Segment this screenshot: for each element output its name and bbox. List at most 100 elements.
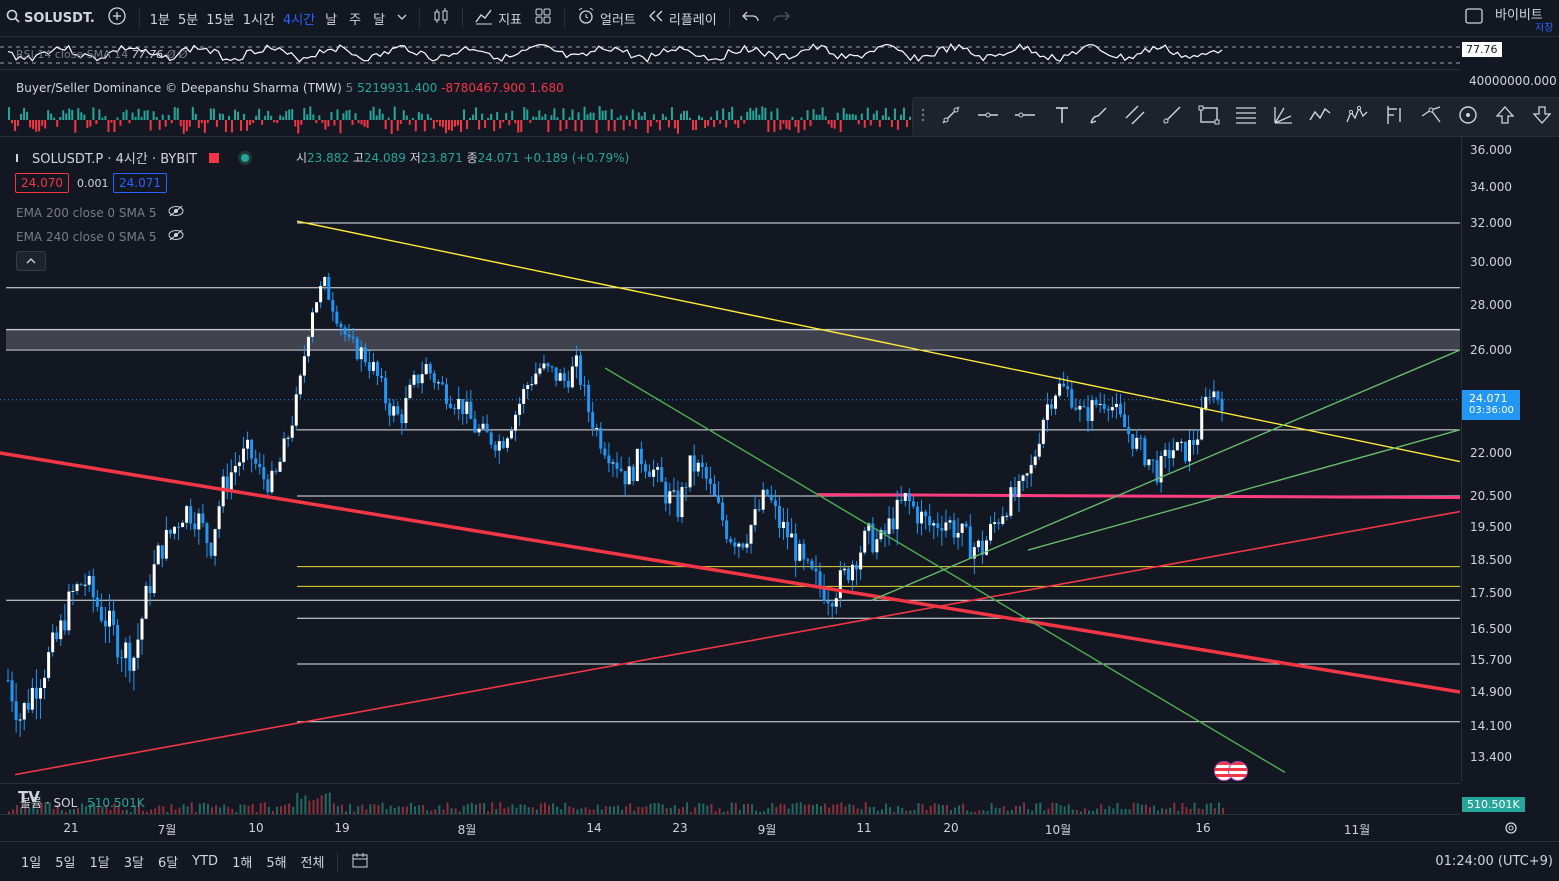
interval-1m[interactable]: 1분 [146,0,174,36]
eye-off-icon[interactable] [168,229,184,244]
text-tool[interactable] [1043,98,1080,136]
candle-body [71,590,75,592]
divider [337,851,339,872]
arrow-up-tool[interactable] [1486,98,1523,136]
fan-icon [1272,104,1294,130]
range-3m[interactable]: 3달 [117,852,151,871]
ascending-trendline-green [871,349,1460,601]
candle-body [761,489,765,510]
horizontal-line-tool[interactable] [969,98,1006,136]
rectangle-tool[interactable] [1191,98,1228,136]
chart-type-button[interactable] [426,0,456,36]
volume-bar [1055,803,1058,814]
collapse-legend-button[interactable] [16,251,46,271]
sell-price-button[interactable]: 24.070 [15,173,69,193]
timezone-clock[interactable]: 01:24:00 (UTC+9) [1428,854,1559,869]
parallel-channel-icon [1124,104,1146,130]
main-chart-pane[interactable] [0,137,1460,782]
undo-button[interactable] [736,0,766,36]
bsd-bar [224,120,227,133]
long-position-tool[interactable] [1375,98,1412,136]
ray-tool[interactable] [1154,98,1191,136]
bsd-bar [863,120,866,128]
interval-4h[interactable]: 4시간 [279,0,319,36]
volume-bar [840,802,843,814]
range-6m[interactable]: 6달 [151,852,185,871]
open-value: 23.882 [307,151,350,165]
interval-month[interactable]: 달 [367,0,391,36]
eye-off-icon[interactable] [168,205,184,220]
bsd-bar [167,114,170,120]
elliott-wave-tool[interactable] [1339,98,1376,136]
interval-15m[interactable]: 15분 [202,0,239,36]
range-ytd[interactable]: YTD [185,854,225,869]
interval-5m[interactable]: 5분 [174,0,202,36]
exchange-account[interactable]: 바이비트 저장 [1495,0,1559,36]
price-axis[interactable]: 36.000 34.000 32.000 30.000 28.000 26.000 24.0… [1461,137,1559,782]
pattern-tool[interactable] [1302,98,1339,136]
interval-dropdown[interactable] [391,0,413,36]
bsd-bar [200,120,203,124]
volume-bar [568,806,571,814]
horizontal-ray-tool[interactable] [1006,98,1043,136]
fullscreen-button[interactable] [1453,0,1495,36]
horizontal-ray-icon [1014,104,1036,130]
bsd-bar [161,114,164,120]
volume-bar [645,806,648,814]
range-5d[interactable]: 5일 [48,852,82,871]
bsd-bar [812,109,815,120]
bsd-bar [381,113,384,120]
event-icons[interactable] [1214,760,1252,781]
replay-button[interactable]: 리플레이 [642,0,723,36]
gann-fan-tool[interactable] [1265,98,1302,136]
interval-1h[interactable]: 1시간 [239,0,279,36]
bsd-bar [363,120,366,127]
range-1m[interactable]: 1달 [82,852,116,871]
volume-bar [1148,807,1151,814]
ema240-legend[interactable]: EMA 240 close 0 SMA 5 [16,229,184,244]
brush-tool[interactable] [1080,98,1117,136]
alert-button[interactable]: 얼러트 [571,0,642,36]
bsd-bar [556,117,559,120]
interval-week[interactable]: 주 [343,0,367,36]
more-tools[interactable] [1523,98,1559,136]
bsd-title: Buyer/Seller Dominance © Deepanshu Sharm… [16,81,342,95]
circle-tool[interactable] [1449,98,1486,136]
volume-bar [320,795,323,814]
bsd-bar [607,120,610,131]
bsd-bar [182,120,185,134]
bsd-bar [327,120,330,127]
ema200-legend[interactable]: EMA 200 close 0 SMA 5 [16,205,184,220]
goto-date-button[interactable] [344,851,376,873]
range-5y[interactable]: 5해 [259,852,293,871]
range-all[interactable]: 전체 [294,852,332,871]
symbol-search[interactable]: SOLUSDT. [0,0,101,36]
forecast-tool[interactable] [1412,98,1449,136]
time-axis[interactable]: 21 7월 10 19 8월 14 23 9월 11 20 10월 16 11월 [0,814,1460,841]
bsd-bar [469,117,472,120]
chart-settings-button[interactable] [1503,820,1519,840]
candle-body [639,448,643,465]
interval-day[interactable]: 날 [319,0,343,36]
price-chart[interactable] [0,137,1460,782]
bsd-bar [53,117,56,120]
save-label[interactable]: 저장 [1535,19,1553,34]
add-symbol-button[interactable] [101,0,133,36]
candle-body [1143,438,1147,466]
drag-handle[interactable] [913,98,932,136]
volume-bar [312,800,315,814]
us-flag-icon[interactable] [1228,761,1248,781]
indicators-button[interactable]: 지표 [469,0,528,36]
range-1d[interactable]: 1일 [14,852,48,871]
candle-body [160,545,164,559]
candle-body [773,500,777,506]
redo-button[interactable] [766,0,796,36]
candle-body [1110,407,1114,411]
fib-retracement-tool[interactable] [1228,98,1265,136]
range-1y[interactable]: 1해 [225,852,259,871]
buy-price-button[interactable]: 24.071 [113,173,167,193]
layouts-button[interactable] [528,0,558,36]
parallel-channel-tool[interactable] [1117,98,1154,136]
trendline-tool[interactable] [932,98,969,136]
bsd-bar [185,120,188,132]
